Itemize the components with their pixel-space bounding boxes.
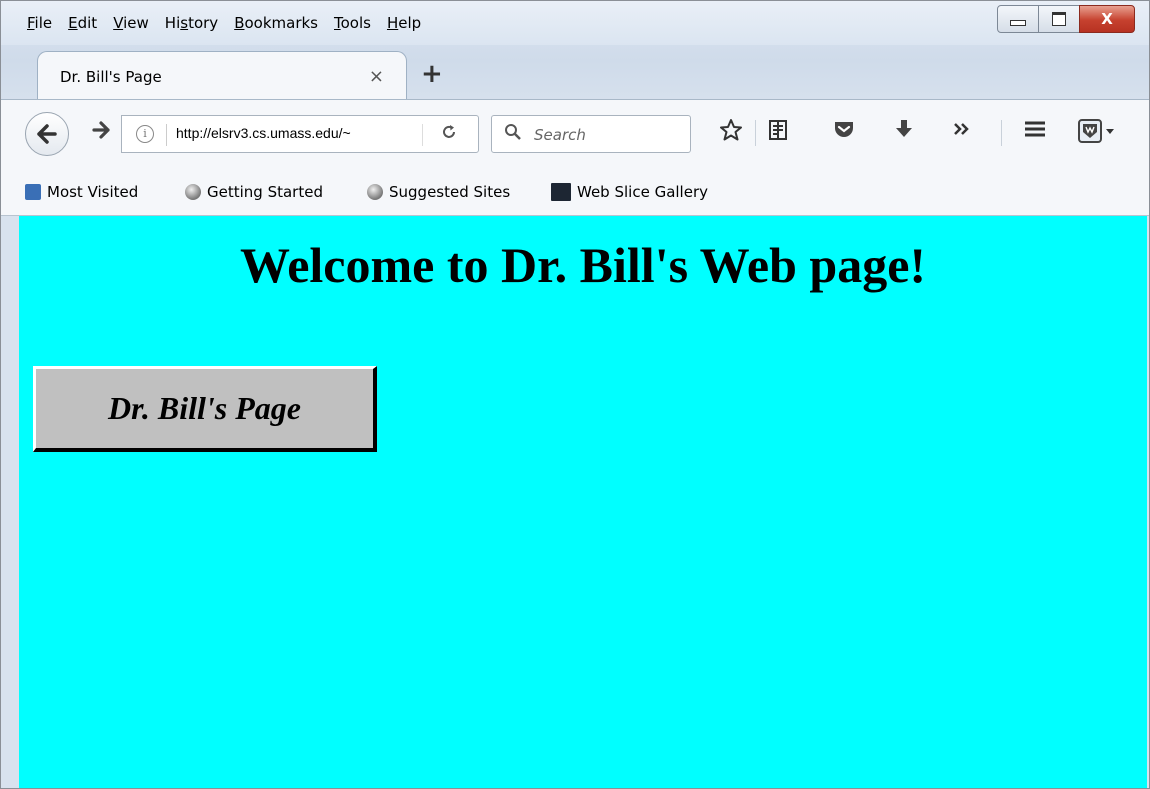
menu-label-post: iew	[123, 14, 149, 32]
bookmark-most-visited[interactable]: Most Visited	[25, 183, 138, 201]
bookmark-label: Suggested Sites	[389, 183, 511, 201]
dr-bills-page-button[interactable]: Dr. Bill's Page	[33, 366, 377, 452]
navigation-bar: i http://elsrv3.cs.umass.edu/~ Search	[1, 99, 1149, 170]
menu-accel: H	[386, 14, 399, 32]
globe-icon	[185, 184, 201, 200]
toolbar-divider	[755, 120, 756, 146]
bookmark-getting-started[interactable]: Getting Started	[185, 183, 323, 201]
url-text[interactable]: http://elsrv3.cs.umass.edu/~	[176, 125, 351, 141]
toolbar-divider	[1001, 120, 1002, 146]
web-slice-icon	[551, 183, 571, 201]
star-glyph	[720, 119, 742, 141]
reading-list-glyph	[769, 120, 787, 140]
minimize-icon	[1010, 20, 1026, 26]
pocket-icon[interactable]	[833, 118, 855, 146]
menu-file[interactable]: File	[27, 14, 52, 32]
tab-active[interactable]: Dr. Bill's Page ×	[37, 51, 407, 99]
tab-title: Dr. Bill's Page	[60, 68, 162, 86]
bookmark-label: Most Visited	[47, 183, 139, 201]
new-tab-icon[interactable]: +	[421, 59, 443, 89]
bookmark-label: Getting Started	[207, 183, 323, 201]
reading-list-icon[interactable]	[767, 118, 789, 148]
menu: File Edit View History Bookmarks Tools H…	[27, 14, 437, 32]
hamburger-menu-icon[interactable]	[1023, 118, 1047, 146]
close-window-button[interactable]: X	[1079, 5, 1135, 33]
menu-edit[interactable]: Edit	[68, 14, 97, 32]
back-arrow-icon	[37, 124, 57, 144]
menu-label-post: dit	[77, 14, 98, 32]
chevrons-glyph	[954, 123, 969, 135]
window-controls: X	[997, 5, 1135, 33]
menu-accel: T	[334, 14, 341, 32]
site-info-icon[interactable]: i	[136, 125, 154, 143]
download-arrow-glyph	[896, 120, 912, 137]
extension-glyph	[1078, 119, 1114, 143]
bookmark-web-slice-gallery[interactable]: Web Slice Gallery	[551, 183, 708, 201]
url-divider	[166, 124, 167, 146]
close-icon: X	[1101, 10, 1113, 28]
menu-accel: V	[113, 14, 124, 32]
page-content: Welcome to Dr. Bill's Web page! Dr. Bill…	[19, 216, 1147, 788]
most-visited-icon	[25, 184, 41, 200]
maximize-icon	[1052, 12, 1066, 26]
menu-help[interactable]: Help	[387, 14, 421, 32]
globe-icon	[367, 184, 383, 200]
menu-view[interactable]: View	[113, 14, 149, 32]
tab-close-icon[interactable]: ×	[369, 66, 384, 87]
menu-label-pre: Hi	[164, 14, 181, 32]
search-input[interactable]: Search	[491, 115, 691, 153]
forward-button[interactable]	[91, 120, 111, 145]
back-button[interactable]	[25, 112, 69, 156]
search-placeholder: Search	[534, 126, 586, 144]
menu-label-post: tory	[188, 14, 219, 32]
url-bar[interactable]: i http://elsrv3.cs.umass.edu/~	[121, 115, 479, 153]
url-divider	[422, 124, 423, 146]
maximize-button[interactable]	[1038, 5, 1080, 33]
menu-label-post: ookmarks	[244, 14, 318, 32]
menu-bookmarks[interactable]: Bookmarks	[234, 14, 318, 32]
menu-tools[interactable]: Tools	[334, 14, 371, 32]
menu-bar: File Edit View History Bookmarks Tools H…	[1, 1, 1149, 45]
menu-accel: s	[180, 14, 189, 32]
reload-glyph	[443, 125, 455, 138]
menu-label-post: elp	[398, 14, 422, 32]
overflow-icon[interactable]	[951, 118, 973, 146]
menu-accel: B	[234, 14, 245, 32]
bookmark-label: Web Slice Gallery	[577, 183, 708, 201]
extension-icon[interactable]	[1077, 118, 1117, 150]
menu-history[interactable]: History	[165, 14, 218, 32]
menu-accel: E	[68, 14, 78, 32]
magnifier-glyph	[505, 124, 521, 140]
bookmark-star-icon[interactable]	[719, 118, 743, 148]
menu-label-post: ools	[340, 14, 371, 32]
downloads-icon[interactable]	[893, 118, 915, 146]
hamburger-glyph	[1025, 121, 1045, 137]
minimize-button[interactable]	[997, 5, 1039, 33]
page-heading: Welcome to Dr. Bill's Web page!	[239, 237, 927, 293]
forward-arrow-icon	[92, 121, 110, 139]
bookmark-suggested-sites[interactable]: Suggested Sites	[367, 183, 510, 201]
search-icon	[504, 123, 522, 146]
reload-icon[interactable]	[440, 123, 458, 146]
menu-label-post: ile	[34, 14, 53, 32]
menu-accel: F	[27, 14, 35, 32]
browser-window: File Edit View History Bookmarks Tools H…	[0, 0, 1150, 789]
pocket-glyph	[835, 122, 853, 137]
bookmarks-toolbar: Most Visited Getting Started Suggested S…	[1, 169, 1149, 216]
